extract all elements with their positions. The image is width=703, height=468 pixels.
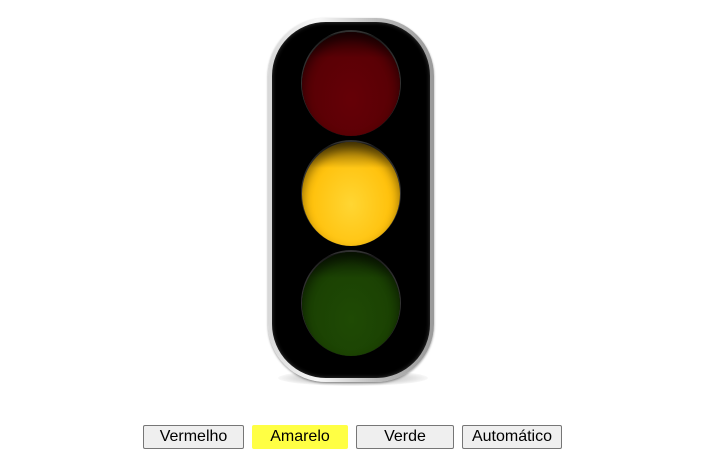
traffic-light-page: Vermelho Amarelo Verde Automático (0, 0, 703, 468)
green-lamp-visor (308, 252, 394, 278)
light-controls: Vermelho Amarelo Verde Automático (143, 425, 562, 449)
automatic-button[interactable]: Automático (462, 425, 562, 449)
yellow-button[interactable]: Amarelo (252, 425, 348, 449)
red-lamp-visor (308, 32, 394, 58)
traffic-light-body (272, 22, 430, 378)
green-button[interactable]: Verde (356, 425, 454, 449)
green-lamp (302, 252, 400, 356)
traffic-light (268, 18, 434, 382)
yellow-lamp (302, 142, 400, 246)
red-button[interactable]: Vermelho (143, 425, 244, 449)
yellow-lamp-visor (308, 142, 394, 168)
red-lamp (302, 32, 400, 136)
